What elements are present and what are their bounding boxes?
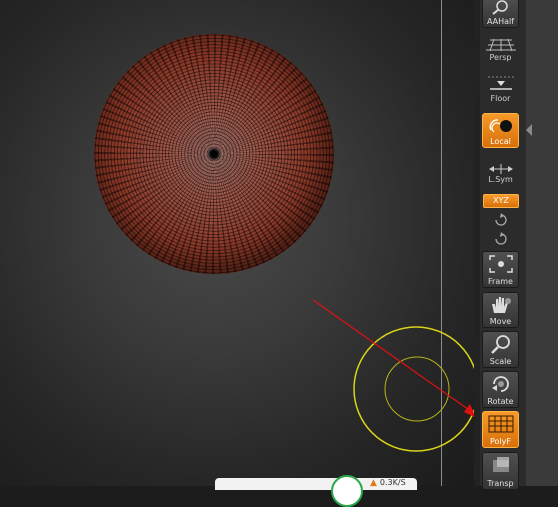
brush-outer-ring	[353, 326, 474, 452]
rotate-y-icon[interactable]	[492, 213, 508, 227]
floor-icon	[487, 76, 514, 90]
canvas-viewport[interactable]	[0, 0, 474, 486]
polyf-button[interactable]: PolyF	[482, 411, 519, 448]
floor-button[interactable]: Floor	[482, 71, 519, 105]
local-button[interactable]: Local	[482, 113, 519, 148]
scale-button[interactable]: Scale	[482, 331, 519, 368]
pointer-arrow-line	[312, 299, 473, 413]
persp-button[interactable]: Persp	[482, 34, 519, 64]
symmetry-arrows-icon	[488, 164, 513, 174]
progress-ring	[331, 475, 363, 507]
move-button[interactable]: Move	[482, 292, 519, 328]
status-readout: ▲ 0.3K/S	[370, 478, 406, 488]
transp-button[interactable]: Transp	[482, 452, 519, 490]
perspective-grid-icon	[485, 38, 516, 52]
aahalf-button[interactable]: AAHalf	[482, 0, 519, 28]
viewport-overlay	[312, 299, 474, 452]
rotate-icon	[491, 376, 509, 392]
upload-icon: ▲	[370, 478, 377, 488]
xyz-toggle[interactable]: XYZ	[483, 194, 519, 208]
polyframe-icon	[488, 415, 513, 433]
magnifier-icon	[491, 0, 508, 15]
rotate-z-icon[interactable]	[492, 232, 508, 246]
lsym-button[interactable]: L.Sym	[482, 160, 519, 186]
shelf-edge	[474, 0, 480, 486]
magnifier-icon	[490, 335, 510, 354]
collapse-arrow-icon[interactable]	[526, 124, 532, 136]
frame-icon	[488, 255, 513, 273]
frame-button[interactable]: Frame	[482, 251, 519, 288]
right-shelf: AAHalf Persp Floor Local L.Sym XYZ Frame…	[474, 0, 558, 490]
rotate-button[interactable]: Rotate	[482, 371, 519, 408]
shelf-scroll-area[interactable]	[526, 0, 558, 486]
pointer-arrow-head	[464, 404, 474, 417]
transparency-icon	[492, 457, 509, 472]
local-orbit-icon	[489, 119, 512, 133]
hand-icon	[491, 297, 511, 313]
